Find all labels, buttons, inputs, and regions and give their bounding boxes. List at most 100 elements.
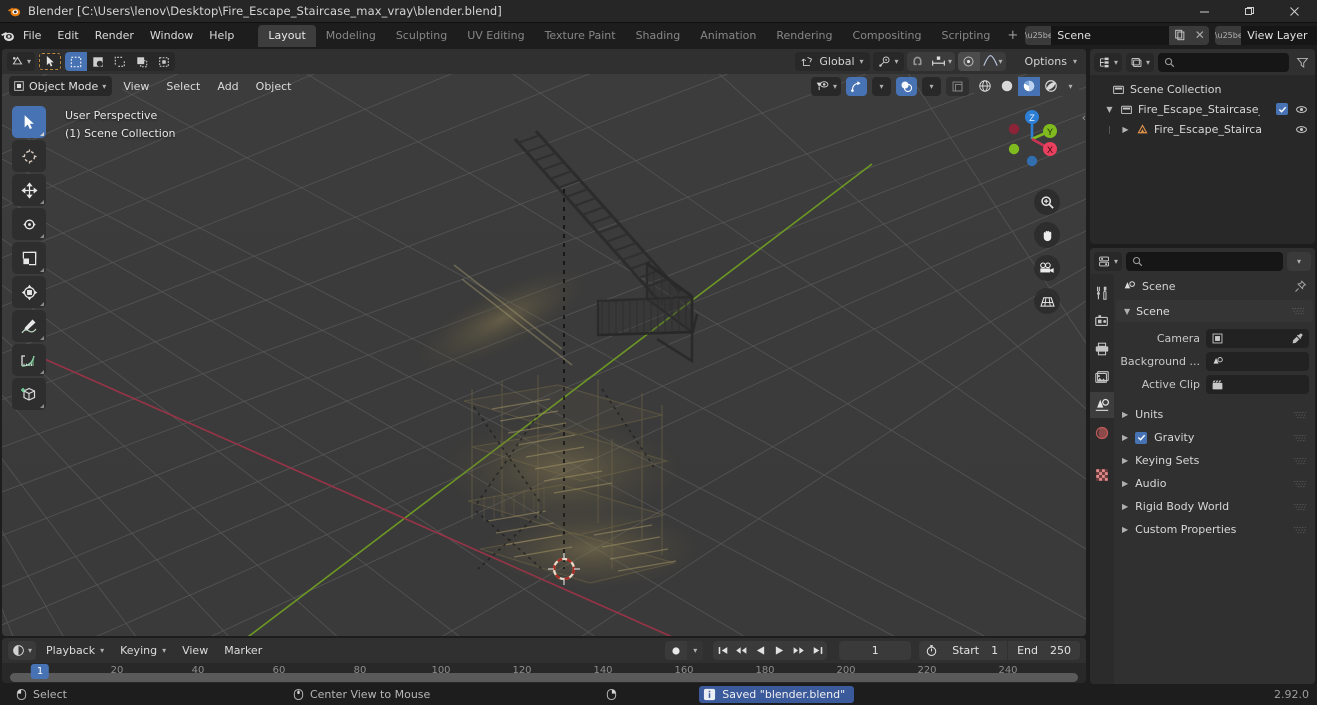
subpanel-triangle-gravity[interactable]: ▶ [1122,433,1128,442]
shading-solid-icon[interactable] [996,77,1018,96]
properties-tab-scene[interactable] [1090,392,1114,418]
tab-rendering[interactable]: Rendering [766,25,842,47]
select-lasso-icon[interactable] [109,52,131,71]
proportional-falloff-icon[interactable]: ▾ [980,52,1006,71]
new-scene-button[interactable] [1169,25,1191,45]
properties-subpanel-custom-properties[interactable]: ▶ Custom Properties [1114,518,1315,541]
view-layer-browse-icon[interactable]: \u25be [1215,25,1243,45]
gizmo-dropdown[interactable]: ▾ [872,76,891,96]
overlays-dropdown[interactable]: ▾ [922,76,941,96]
panel-expand-triangle[interactable]: ▼ [1124,307,1130,316]
blender-menu-icon[interactable] [0,28,15,43]
timeline-horizontal-scrollbar[interactable] [10,673,1078,682]
select-tweak-icon[interactable] [131,52,153,71]
snap-magnet-icon[interactable] [907,52,929,71]
collection-exclude-checkbox[interactable] [1276,103,1288,115]
shading-dropdown[interactable]: ▾ [1062,77,1079,96]
tab-compositing[interactable]: Compositing [843,25,932,47]
properties-editor-type-icon[interactable]: ▾ [1094,251,1123,271]
outliner-funnel-icon[interactable] [1293,56,1311,69]
add-cube-tool[interactable] [12,378,46,410]
outliner-expand-triangle[interactable]: ▼ [1104,105,1115,114]
tab-animation[interactable]: Animation [690,25,766,47]
property-field-background[interactable] [1206,352,1309,371]
property-field-camera[interactable] [1206,329,1309,348]
pan-hand-icon[interactable] [1034,222,1060,248]
properties-tab-texture[interactable] [1090,462,1114,488]
properties-subpanel-keying-sets[interactable]: ▶ Keying Sets [1114,449,1315,472]
unlink-scene-button[interactable]: ✕ [1190,25,1210,45]
use-preview-range-icon[interactable] [919,641,944,660]
tweak-tool[interactable] [12,106,46,138]
timeline-menu-playback[interactable]: Playback ▾ [40,641,110,660]
tab-layout[interactable]: Layout [258,25,316,47]
object-visibility-dropdown[interactable]: ▾ [810,76,841,96]
play-reverse-icon[interactable] [751,641,771,660]
outliner-editor[interactable]: ▾ ▾ Scene Collection ▼ Fire_Escape_Stair… [1090,49,1315,244]
timeline-playhead[interactable]: 1 [30,664,50,679]
shading-wireframe-icon[interactable] [974,77,996,96]
properties-subpanel-rigid-body-world[interactable]: ▶ Rigid Body World [1114,495,1315,518]
cursor-tool[interactable] [12,140,46,172]
properties-tab-tool[interactable] [1090,280,1114,306]
options-dropdown[interactable]: Options ▾ [1021,52,1081,71]
scene-name-field[interactable]: Scene [1051,25,1170,45]
timeline-ruler[interactable]: 20 40 60 80 100 120 140 160 180 200 220 … [2,663,1086,683]
timeline-editor[interactable]: ▾ Playback ▾ Keying ▾ View Marker ▾ 1 St… [2,638,1086,683]
object-visibility-eye-icon[interactable] [1295,123,1308,136]
ortho-grid-icon[interactable] [1034,288,1060,314]
collection-visibility-eye-icon[interactable] [1295,103,1308,116]
menu-edit[interactable]: Edit [49,26,86,45]
next-keyframe-icon[interactable] [789,641,809,660]
property-field-active-clip[interactable] [1206,375,1309,394]
frame-start-field[interactable]: Start 1 [943,641,1008,660]
close-button[interactable] [1272,0,1317,23]
select-extend-icon[interactable] [153,52,175,71]
viewport-menu-add[interactable]: Add [211,77,244,96]
navigation-gizmo[interactable]: Z Y X [996,103,1068,175]
gizmo-toggle[interactable] [846,76,867,96]
tab-texture-paint[interactable]: Texture Paint [535,25,626,47]
xray-toggle[interactable] [946,76,969,96]
rotate-tool[interactable] [12,208,46,240]
properties-search-input[interactable] [1126,251,1283,271]
pin-icon[interactable] [1294,279,1307,293]
outliner-row-collection[interactable]: ▼ Fire_Escape_Staircase_0 [1090,99,1315,119]
tab-modeling[interactable]: Modeling [316,25,386,47]
subpanel-triangle-custom-properties[interactable]: ▶ [1122,525,1128,534]
eyedropper-icon[interactable] [1291,332,1304,345]
properties-subpanel-audio[interactable]: ▶ Audio [1114,472,1315,495]
view-layer-name-field[interactable]: View Layer [1241,25,1317,45]
auto-keying-dropdown[interactable]: ▾ [687,641,704,660]
select-box-icon[interactable] [65,52,88,71]
outliner-search-input[interactable] [1158,52,1289,72]
current-frame-field[interactable]: 1 [839,641,912,660]
annotate-tool[interactable] [12,310,46,342]
timeline-menu-marker[interactable]: Marker [218,641,268,660]
menu-help[interactable]: Help [201,26,242,45]
overlays-toggle[interactable] [896,76,917,96]
maximize-button[interactable] [1227,0,1272,23]
pivot-point-dropdown[interactable]: ▾ [872,52,904,71]
properties-options-dropdown[interactable]: ▾ [1287,251,1311,271]
scene-browse-icon[interactable]: \u25be [1025,25,1053,45]
measure-tool[interactable] [12,344,46,376]
editor-type-button[interactable]: ▾ [7,52,36,71]
outliner-filter-id-icon[interactable]: ▾ [1126,52,1155,72]
properties-tab-output[interactable] [1090,336,1114,362]
minimize-button[interactable] [1182,0,1227,23]
viewport-menu-view[interactable]: View [117,77,155,96]
tab-shading[interactable]: Shading [626,25,691,47]
shading-rendered-icon[interactable] [1040,77,1062,96]
tweak-tool-indicator[interactable] [38,52,63,71]
viewport-menu-select[interactable]: Select [160,77,206,96]
tab-scripting[interactable]: Scripting [931,25,1000,47]
timeline-editor-type-icon[interactable]: ▾ [8,641,37,660]
properties-tab-view-layer[interactable] [1090,364,1114,390]
timeline-menu-keying[interactable]: Keying ▾ [114,641,172,660]
menu-window[interactable]: Window [142,26,201,45]
zoom-icon[interactable] [1034,189,1060,215]
outliner-row-object[interactable]: | ▶ Fire_Escape_Staircas [1090,119,1315,139]
sidebar-collapse-arrow[interactable]: ‹ [1082,111,1086,124]
tab-uv-editing[interactable]: UV Editing [457,25,534,47]
